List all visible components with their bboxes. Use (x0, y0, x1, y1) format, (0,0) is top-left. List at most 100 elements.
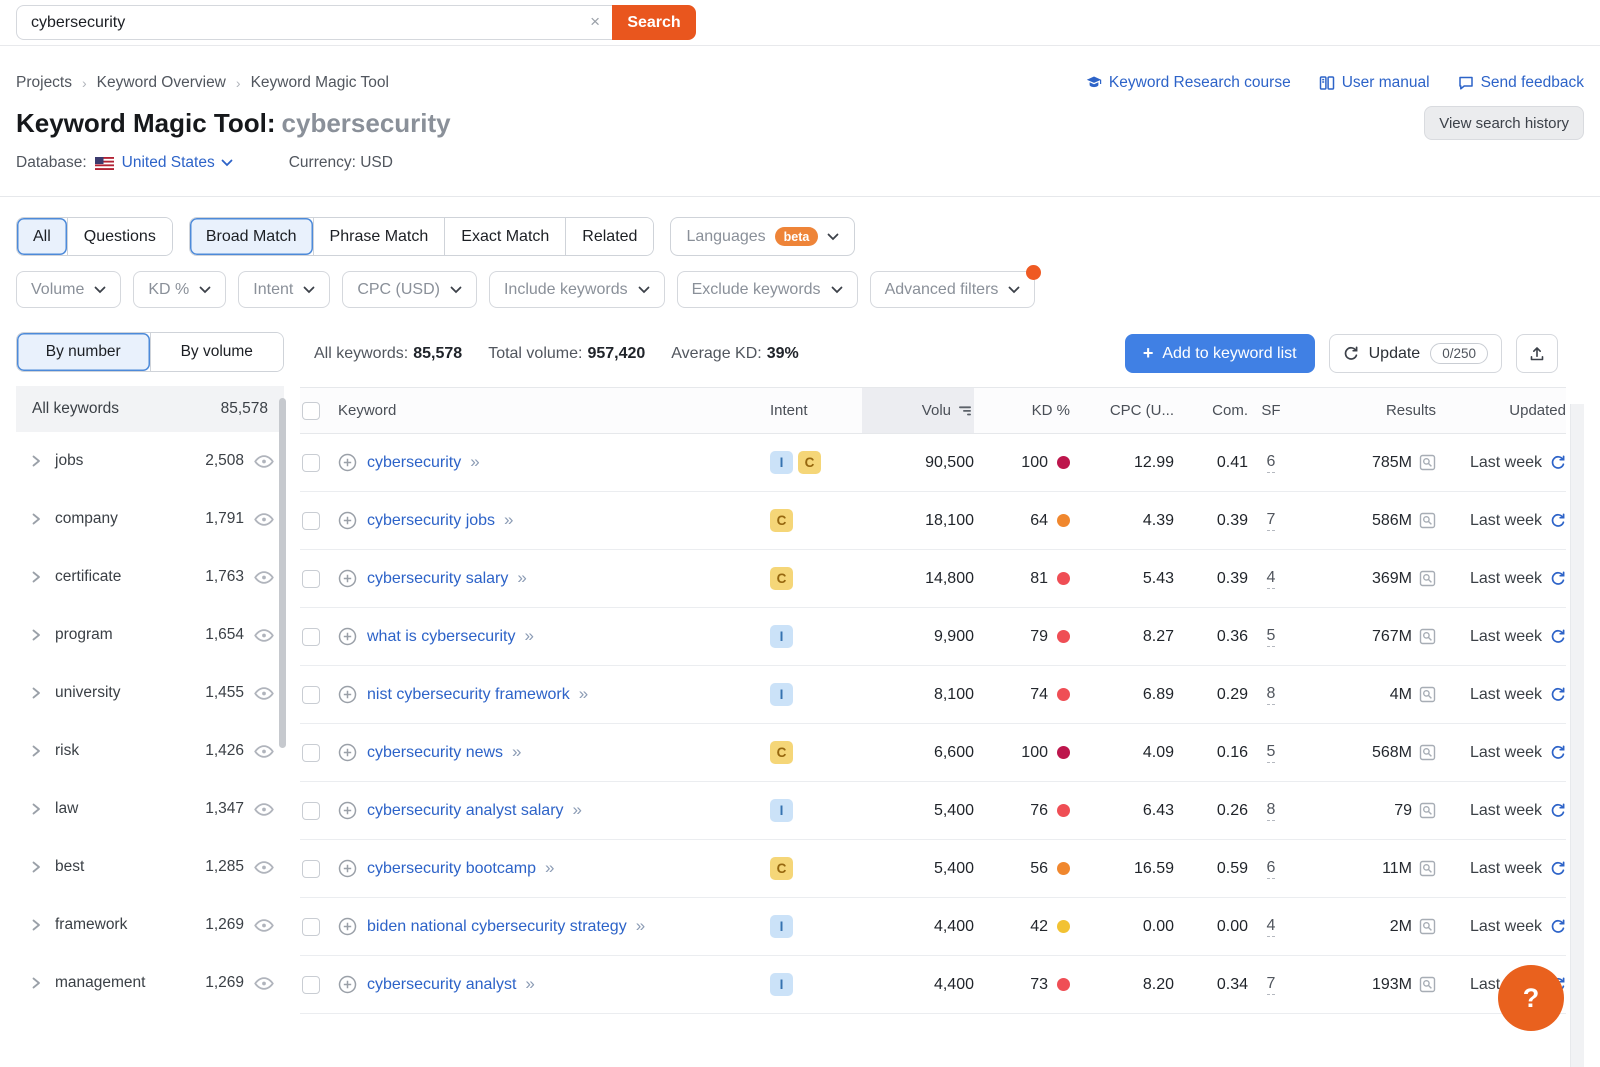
keyword-detail-arrow-icon[interactable]: » (512, 742, 522, 761)
breadcrumb-item[interactable]: Keyword Overview (97, 74, 226, 92)
keyword-link[interactable]: cybersecurity news (367, 744, 503, 761)
serp-icon[interactable] (1419, 686, 1436, 703)
row-checkbox[interactable] (302, 685, 320, 704)
tab[interactable]: Phrase Match (312, 218, 445, 255)
keyword-detail-arrow-icon[interactable]: » (573, 800, 583, 819)
sidebar-group-item[interactable]: management 1,269 (16, 954, 284, 1012)
filter-button[interactable]: Advanced filters (869, 265, 1042, 308)
languages-dropdown[interactable]: Languages beta (670, 217, 856, 256)
row-checkbox[interactable] (302, 801, 320, 820)
sidebar-group-item[interactable]: certificate 1,763 (16, 548, 284, 606)
keyword-link[interactable]: cybersecurity analyst (367, 976, 516, 993)
help-button[interactable]: ? (1498, 965, 1564, 1031)
sf-value[interactable]: 8 (1266, 801, 1276, 821)
serp-icon[interactable] (1419, 628, 1436, 645)
breadcrumb-item[interactable]: Projects (16, 74, 72, 92)
keyword-detail-arrow-icon[interactable]: » (545, 858, 555, 877)
row-checkbox[interactable] (302, 569, 320, 588)
column-header-sf[interactable]: SF (1248, 388, 1294, 433)
tab[interactable]: Questions (66, 218, 172, 255)
column-header-updated[interactable]: Updated (1436, 388, 1566, 433)
serp-icon[interactable] (1419, 802, 1436, 819)
serp-icon[interactable] (1419, 512, 1436, 529)
eye-icon[interactable] (254, 628, 274, 643)
sidebar-scrollbar[interactable] (279, 398, 286, 748)
add-keyword-icon[interactable] (338, 627, 357, 646)
column-header-com[interactable]: Com. (1174, 388, 1248, 433)
row-checkbox[interactable] (302, 975, 320, 994)
export-button[interactable] (1516, 334, 1558, 373)
column-header-intent[interactable]: Intent (770, 388, 862, 433)
serp-icon[interactable] (1419, 918, 1436, 935)
user-manual-link[interactable]: User manual (1319, 74, 1430, 92)
keyword-detail-arrow-icon[interactable]: » (470, 452, 480, 471)
clear-search-icon[interactable]: × (590, 12, 600, 32)
eye-icon[interactable] (254, 802, 274, 817)
keyword-link[interactable]: cybersecurity bootcamp (367, 860, 536, 877)
table-scrollbar-track[interactable] (1570, 404, 1584, 1067)
search-input[interactable] (16, 5, 612, 40)
sidebar-group-item[interactable]: best 1,285 (16, 838, 284, 896)
filter-button[interactable]: Include keywords (488, 271, 665, 308)
send-feedback-link[interactable]: Send feedback (1458, 74, 1584, 92)
add-keyword-icon[interactable] (338, 511, 357, 530)
keyword-link[interactable]: biden national cybersecurity strategy (367, 918, 627, 935)
keyword-link[interactable]: cybersecurity analyst salary (367, 802, 564, 819)
keyword-link[interactable]: cybersecurity (367, 454, 461, 471)
filter-button[interactable]: Volume (16, 271, 122, 308)
column-header-kd[interactable]: KD % (974, 388, 1070, 433)
sidebar-all-keywords[interactable]: All keywords 85,578 (16, 386, 284, 432)
row-checkbox[interactable] (302, 917, 320, 936)
column-header-volume[interactable]: Volu (862, 388, 974, 433)
eye-icon[interactable] (254, 918, 274, 933)
sf-value[interactable]: 4 (1266, 569, 1276, 589)
serp-icon[interactable] (1419, 570, 1436, 587)
keyword-detail-arrow-icon[interactable]: » (525, 974, 535, 993)
column-header-keyword[interactable]: Keyword (338, 388, 770, 433)
filter-button[interactable]: KD % (133, 271, 227, 308)
refresh-icon[interactable] (1550, 860, 1566, 877)
update-button[interactable]: Update 0/250 (1328, 334, 1502, 373)
refresh-icon[interactable] (1550, 570, 1566, 587)
filter-button[interactable]: CPC (USD) (342, 271, 477, 308)
eye-icon[interactable] (254, 744, 274, 759)
refresh-icon[interactable] (1550, 802, 1566, 819)
refresh-icon[interactable] (1550, 918, 1566, 935)
select-all-checkbox[interactable] (302, 401, 320, 420)
serp-icon[interactable] (1419, 860, 1436, 877)
serp-icon[interactable] (1419, 976, 1436, 993)
view-search-history-button[interactable]: View search history (1424, 106, 1584, 140)
keyword-research-course-link[interactable]: Keyword Research course (1086, 74, 1291, 92)
keyword-link[interactable]: what is cybersecurity (367, 628, 516, 645)
sf-value[interactable]: 7 (1266, 511, 1276, 531)
add-keyword-icon[interactable] (338, 685, 357, 704)
keyword-link[interactable]: nist cybersecurity framework (367, 686, 570, 703)
keyword-detail-arrow-icon[interactable]: » (517, 568, 527, 587)
sf-value[interactable]: 6 (1266, 859, 1276, 879)
sf-value[interactable]: 8 (1266, 685, 1276, 705)
add-keyword-icon[interactable] (338, 801, 357, 820)
eye-icon[interactable] (254, 976, 274, 991)
serp-icon[interactable] (1419, 744, 1436, 761)
row-checkbox[interactable] (302, 453, 320, 472)
sf-value[interactable]: 4 (1266, 917, 1276, 937)
refresh-icon[interactable] (1550, 744, 1566, 761)
tab[interactable]: Broad Match (189, 218, 313, 255)
add-keyword-icon[interactable] (338, 453, 357, 472)
eye-icon[interactable] (254, 512, 274, 527)
tab[interactable]: All (17, 218, 67, 255)
sf-value[interactable]: 5 (1266, 627, 1276, 647)
sidebar-group-item[interactable]: jobs 2,508 (16, 432, 284, 490)
sidebar-group-item[interactable]: framework 1,269 (16, 896, 284, 954)
add-keyword-icon[interactable] (338, 917, 357, 936)
refresh-icon[interactable] (1550, 512, 1566, 529)
refresh-icon[interactable] (1550, 686, 1566, 703)
database-selector[interactable]: United States (122, 154, 233, 172)
sidebar-toggle-option[interactable]: By volume (149, 333, 283, 371)
keyword-link[interactable]: cybersecurity salary (367, 570, 508, 587)
sidebar-group-item[interactable]: program 1,654 (16, 606, 284, 664)
keyword-link[interactable]: cybersecurity jobs (367, 512, 495, 529)
column-header-cpc[interactable]: CPC (U... (1070, 388, 1174, 433)
sidebar-group-item[interactable]: law 1,347 (16, 780, 284, 838)
add-keyword-icon[interactable] (338, 569, 357, 588)
